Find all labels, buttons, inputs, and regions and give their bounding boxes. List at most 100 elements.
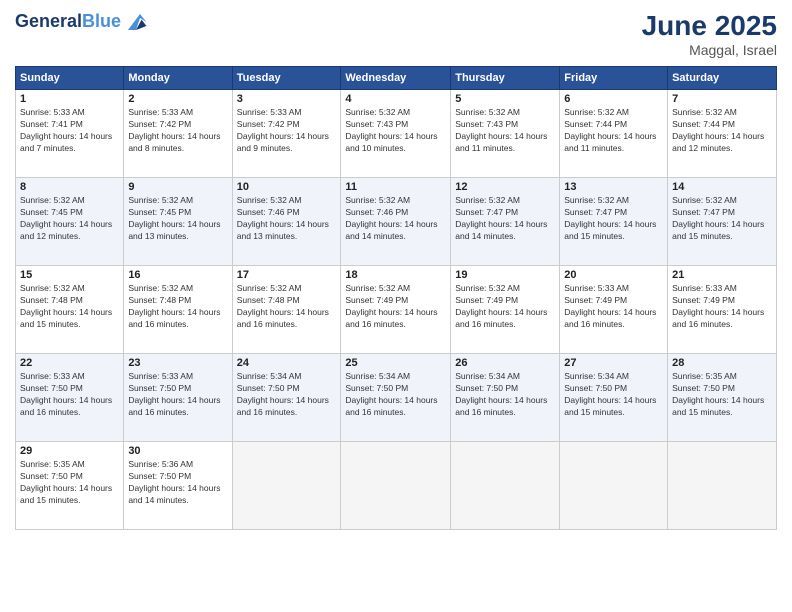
table-row: 30 Sunrise: 5:36 AMSunset: 7:50 PMDayligh… — [124, 442, 232, 530]
day-info: Sunrise: 5:33 AMSunset: 7:41 PMDaylight … — [20, 107, 119, 155]
calendar-week-row: 15 Sunrise: 5:32 AMSunset: 7:48 PMDayligh… — [16, 266, 777, 354]
table-row: 1 Sunrise: 5:33 AMSunset: 7:41 PMDaylight… — [16, 90, 124, 178]
day-info: Sunrise: 5:32 AMSunset: 7:47 PMDaylight … — [455, 195, 555, 243]
table-row: 16 Sunrise: 5:32 AMSunset: 7:48 PMDayligh… — [124, 266, 232, 354]
table-row: 17 Sunrise: 5:32 AMSunset: 7:48 PMDayligh… — [232, 266, 341, 354]
day-number: 9 — [128, 181, 227, 193]
table-row: 5 Sunrise: 5:32 AMSunset: 7:43 PMDaylight… — [451, 90, 560, 178]
table-row: 21 Sunrise: 5:33 AMSunset: 7:49 PMDayligh… — [668, 266, 777, 354]
table-row: 4 Sunrise: 5:32 AMSunset: 7:43 PMDaylight… — [341, 90, 451, 178]
header-tuesday: Tuesday — [232, 67, 341, 90]
table-row: 25Sunrise: 5:34 AMSunset: 7:50 PMDayligh… — [341, 354, 451, 442]
table-row: 27Sunrise: 5:34 AMSunset: 7:50 PMDayligh… — [560, 354, 668, 442]
table-row — [451, 442, 560, 530]
header-wednesday: Wednesday — [341, 67, 451, 90]
day-number: 29 — [20, 445, 119, 457]
day-number: 12 — [455, 181, 555, 193]
day-info: Sunrise: 5:32 AMSunset: 7:44 PMDaylight … — [564, 107, 663, 155]
day-info: Sunrise: 5:34 AMSunset: 7:50 PMDaylight … — [564, 371, 663, 419]
day-number: 30 — [128, 445, 227, 457]
day-number: 7 — [672, 93, 772, 105]
header-friday: Friday — [560, 67, 668, 90]
calendar-table: Sunday Monday Tuesday Wednesday Thursday… — [15, 66, 777, 530]
day-number: 6 — [564, 93, 663, 105]
day-number: 15 — [20, 269, 119, 281]
day-info: Sunrise: 5:33 AMSunset: 7:50 PMDaylight … — [20, 371, 119, 419]
day-info: Sunrise: 5:32 AMSunset: 7:48 PMDaylight … — [20, 283, 119, 331]
day-number: 28 — [672, 357, 772, 369]
table-row — [232, 442, 341, 530]
header-saturday: Saturday — [668, 67, 777, 90]
day-info: Sunrise: 5:32 AMSunset: 7:49 PMDaylight … — [455, 283, 555, 331]
day-info: Sunrise: 5:32 AMSunset: 7:45 PMDaylight … — [128, 195, 227, 243]
day-info: Sunrise: 5:32 AMSunset: 7:43 PMDaylight … — [345, 107, 446, 155]
day-info: Sunrise: 5:32 AMSunset: 7:46 PMDaylight … — [237, 195, 337, 243]
day-info: Sunrise: 5:32 AMSunset: 7:43 PMDaylight … — [455, 107, 555, 155]
day-number: 11 — [345, 181, 446, 193]
day-info: Sunrise: 5:32 AMSunset: 7:47 PMDaylight … — [672, 195, 772, 243]
day-info: Sunrise: 5:32 AMSunset: 7:47 PMDaylight … — [564, 195, 663, 243]
table-row: 22 Sunrise: 5:33 AMSunset: 7:50 PMDayligh… — [16, 354, 124, 442]
day-number: 2 — [128, 93, 227, 105]
calendar-subtitle: Maggal, Israel — [642, 42, 777, 58]
day-number: 26 — [455, 357, 555, 369]
day-info: Sunrise: 5:36 AMSunset: 7:50 PMDaylight … — [128, 459, 227, 507]
day-number: 21 — [672, 269, 772, 281]
day-info: Sunrise: 5:34 AMSunset: 7:50 PMDaylight … — [237, 371, 337, 419]
table-row: 2 Sunrise: 5:33 AMSunset: 7:42 PMDaylight… — [124, 90, 232, 178]
day-info: Sunrise: 5:32 AMSunset: 7:48 PMDaylight … — [237, 283, 337, 331]
weekday-header-row: Sunday Monday Tuesday Wednesday Thursday… — [16, 67, 777, 90]
calendar-title: June 2025 — [642, 10, 777, 42]
day-info: Sunrise: 5:33 AMSunset: 7:49 PMDaylight … — [672, 283, 772, 331]
table-row: 14 Sunrise: 5:32 AMSunset: 7:47 PMDayligh… — [668, 178, 777, 266]
day-number: 1 — [20, 93, 119, 105]
day-info: Sunrise: 5:35 AMSunset: 7:50 PMDaylight … — [20, 459, 119, 507]
calendar-week-row: 1 Sunrise: 5:33 AMSunset: 7:41 PMDaylight… — [16, 90, 777, 178]
table-row: 12 Sunrise: 5:32 AMSunset: 7:47 PMDayligh… — [451, 178, 560, 266]
calendar-week-row: 29 Sunrise: 5:35 AMSunset: 7:50 PMDayligh… — [16, 442, 777, 530]
day-number: 19 — [455, 269, 555, 281]
day-info: Sunrise: 5:32 AMSunset: 7:44 PMDaylight … — [672, 107, 772, 155]
table-row: 18Sunrise: 5:32 AMSunset: 7:49 PMDayligh… — [341, 266, 451, 354]
logo-text: GeneralBlue — [15, 12, 121, 32]
page: GeneralBlue June 2025 Maggal, Israel Sun… — [0, 0, 792, 612]
day-number: 5 — [455, 93, 555, 105]
table-row: 28 Sunrise: 5:35 AMSunset: 7:50 PMDayligh… — [668, 354, 777, 442]
table-row: 11Sunrise: 5:32 AMSunset: 7:46 PMDayligh… — [341, 178, 451, 266]
calendar-week-row: 22 Sunrise: 5:33 AMSunset: 7:50 PMDayligh… — [16, 354, 777, 442]
header-monday: Monday — [124, 67, 232, 90]
day-number: 4 — [345, 93, 446, 105]
day-info: Sunrise: 5:33 AMSunset: 7:42 PMDaylight … — [237, 107, 337, 155]
day-number: 17 — [237, 269, 337, 281]
logo-icon — [124, 10, 148, 34]
day-number: 25 — [345, 357, 446, 369]
day-number: 8 — [20, 181, 119, 193]
table-row — [341, 442, 451, 530]
table-row — [668, 442, 777, 530]
table-row: 3Sunrise: 5:33 AMSunset: 7:42 PMDaylight… — [232, 90, 341, 178]
day-info: Sunrise: 5:33 AMSunset: 7:50 PMDaylight … — [128, 371, 227, 419]
day-number: 14 — [672, 181, 772, 193]
table-row: 20Sunrise: 5:33 AMSunset: 7:49 PMDayligh… — [560, 266, 668, 354]
table-row: 15 Sunrise: 5:32 AMSunset: 7:48 PMDayligh… — [16, 266, 124, 354]
day-info: Sunrise: 5:32 AMSunset: 7:48 PMDaylight … — [128, 283, 227, 331]
day-info: Sunrise: 5:33 AMSunset: 7:42 PMDaylight … — [128, 107, 227, 155]
table-row: 19 Sunrise: 5:32 AMSunset: 7:49 PMDayligh… — [451, 266, 560, 354]
day-number: 20 — [564, 269, 663, 281]
day-number: 23 — [128, 357, 227, 369]
day-info: Sunrise: 5:35 AMSunset: 7:50 PMDaylight … — [672, 371, 772, 419]
table-row: 8 Sunrise: 5:32 AMSunset: 7:45 PMDaylight… — [16, 178, 124, 266]
header-sunday: Sunday — [16, 67, 124, 90]
day-number: 24 — [237, 357, 337, 369]
day-number: 22 — [20, 357, 119, 369]
day-number: 13 — [564, 181, 663, 193]
table-row — [560, 442, 668, 530]
header: GeneralBlue June 2025 Maggal, Israel — [15, 10, 777, 58]
logo: GeneralBlue — [15, 10, 148, 34]
day-number: 16 — [128, 269, 227, 281]
table-row: 29 Sunrise: 5:35 AMSunset: 7:50 PMDayligh… — [16, 442, 124, 530]
table-row: 13 Sunrise: 5:32 AMSunset: 7:47 PMDayligh… — [560, 178, 668, 266]
day-info: Sunrise: 5:32 AMSunset: 7:45 PMDaylight … — [20, 195, 119, 243]
table-row: 24 Sunrise: 5:34 AMSunset: 7:50 PMDayligh… — [232, 354, 341, 442]
day-info: Sunrise: 5:32 AMSunset: 7:49 PMDaylight … — [345, 283, 446, 331]
